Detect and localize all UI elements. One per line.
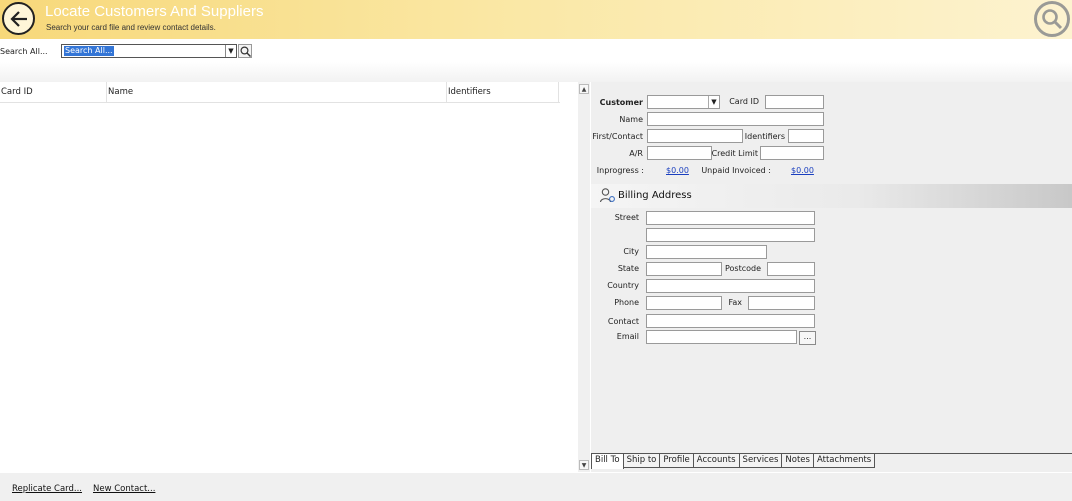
column-card-id[interactable]: Card ID <box>0 82 107 103</box>
card-grid[interactable]: Card ID Name Identifiers <box>0 82 578 472</box>
card-id-field[interactable] <box>765 95 824 109</box>
billing-address-header: Billing Address <box>591 184 1072 208</box>
header-bar: Locate Customers And Suppliers Search yo… <box>0 0 1072 39</box>
fax-field[interactable] <box>748 296 815 310</box>
country-label: Country <box>607 281 639 290</box>
tab-profile[interactable]: Profile <box>660 453 694 468</box>
tab-services[interactable]: Services <box>739 453 783 468</box>
credit-limit-field[interactable] <box>760 146 824 160</box>
scroll-up-icon[interactable]: ▲ <box>579 84 589 94</box>
inprogress-label: Inprogress : <box>596 166 644 175</box>
postcode-field[interactable] <box>767 262 815 276</box>
detail-pane: Customer ▼ Card ID Name First/Contact Id… <box>591 82 1072 472</box>
back-arrow-icon <box>9 10 27 27</box>
page-title: Locate Customers And Suppliers <box>45 3 264 20</box>
email-label: Email <box>616 332 639 341</box>
column-name[interactable]: Name <box>107 82 447 103</box>
new-contact-link[interactable]: New Contact... <box>93 484 155 494</box>
magnifier-icon <box>1042 9 1063 30</box>
customer-label: Customer <box>599 98 643 107</box>
identifiers-label: Identifiers <box>744 132 785 141</box>
grid-header: Card ID Name Identifiers <box>0 82 560 103</box>
state-field[interactable] <box>646 262 722 276</box>
footer-bar: Replicate Card... New Contact... <box>0 473 1072 501</box>
phone-field[interactable] <box>646 296 722 310</box>
state-label: State <box>617 264 639 273</box>
credit-limit-label: Credit Limit <box>711 149 758 158</box>
phone-label: Phone <box>614 298 639 307</box>
tab-attachments[interactable]: Attachments <box>813 453 876 468</box>
contact-label: Contact <box>607 317 639 326</box>
ar-field[interactable] <box>647 146 712 160</box>
city-field[interactable] <box>646 245 767 259</box>
person-icon <box>599 188 615 203</box>
tab-bill-to[interactable]: Bill To <box>591 453 624 469</box>
name-field[interactable] <box>647 112 824 126</box>
inprogress-value-link[interactable]: $0.00 <box>666 166 689 175</box>
tab-ship-to[interactable]: Ship to <box>623 453 661 468</box>
search-label: Search All... <box>0 47 48 56</box>
ar-label: A/R <box>629 149 643 158</box>
city-label: City <box>623 247 639 256</box>
unpaid-invoiced-value-link[interactable]: $0.00 <box>791 166 814 175</box>
street-label: Street <box>614 213 639 222</box>
country-field[interactable] <box>646 279 815 293</box>
street-line-1-field[interactable] <box>646 211 815 225</box>
contact-field[interactable] <box>646 314 815 328</box>
page-subtitle: Search your card file and review contact… <box>46 23 216 32</box>
tab-notes[interactable]: Notes <box>782 453 814 468</box>
tab-divider <box>868 453 1072 454</box>
column-identifiers[interactable]: Identifiers <box>447 82 559 103</box>
tab-accounts[interactable]: Accounts <box>693 453 740 468</box>
email-browse-button[interactable]: ... <box>799 331 816 345</box>
first-contact-label: First/Contact <box>592 132 643 141</box>
fax-label: Fax <box>728 298 742 307</box>
chevron-down-icon[interactable]: ▼ <box>225 45 236 57</box>
customer-type-select[interactable]: ▼ <box>647 95 720 109</box>
replicate-card-link[interactable]: Replicate Card... <box>12 484 82 494</box>
search-combo-value: Search All... <box>64 46 114 56</box>
toolbar-band <box>0 62 1072 82</box>
identifiers-field[interactable] <box>788 129 824 143</box>
unpaid-invoiced-label: Unpaid Invoiced : <box>701 166 771 175</box>
chevron-down-icon[interactable]: ▼ <box>708 96 719 108</box>
street-line-2-field[interactable] <box>646 228 815 242</box>
card-id-label: Card ID <box>729 97 759 106</box>
back-button[interactable] <box>2 2 35 35</box>
search-go-button[interactable] <box>238 44 252 58</box>
grid-scrollbar[interactable]: ▲ ▼ <box>578 82 590 472</box>
detail-tabs: Bill To Ship to Profile Accounts Service… <box>591 453 876 469</box>
postcode-label: Postcode <box>724 264 761 273</box>
search-icon <box>239 45 251 57</box>
email-field[interactable] <box>646 330 797 344</box>
header-search-button[interactable] <box>1034 1 1070 37</box>
name-label: Name <box>619 115 643 124</box>
scroll-down-icon[interactable]: ▼ <box>579 460 589 470</box>
billing-address-title: Billing Address <box>618 190 692 201</box>
search-combo[interactable]: Search All... ▼ <box>61 44 237 58</box>
first-contact-field[interactable] <box>647 129 743 143</box>
